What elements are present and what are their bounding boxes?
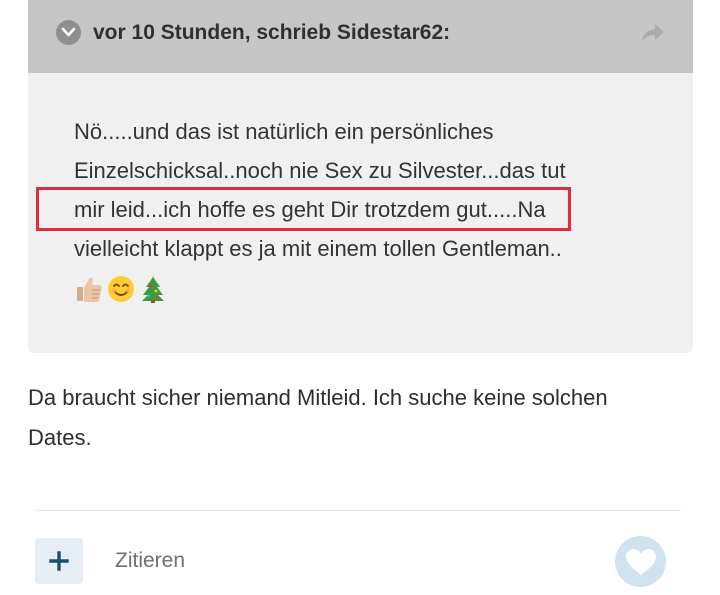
post-content: Da braucht sicher niemand Mitleid. Ich s… [28,378,688,458]
quote-line: Einzelschicksal..noch nie Sex zu Silvest… [74,158,566,183]
thumbs-up-icon [77,277,102,302]
share-icon[interactable] [640,22,666,44]
quote-line: vielleicht klappt es ja mit einem tollen… [74,236,562,261]
emoji-row [74,274,168,304]
multiquote-button[interactable] [35,538,83,584]
collapse-quote-button[interactable] [56,20,81,45]
quote-button[interactable]: Zitieren [115,547,185,575]
quote-header: vor 10 Stunden, schrieb Sidestar62: [28,0,693,73]
christmas-tree-icon [142,275,164,303]
divider [35,510,681,511]
post-line: Da braucht sicher niemand Mitleid. Ich s… [28,385,608,410]
quote-attribution[interactable]: vor 10 Stunden, schrieb Sidestar62: [93,20,450,46]
like-button[interactable] [615,536,666,587]
quote-line: Nö.....und das ist natürlich ein persönl… [74,119,494,144]
plus-icon [49,551,69,571]
post-line: Dates. [28,425,92,450]
highlight-annotation [36,187,571,231]
smiling-face-icon [108,276,134,302]
quoted-post: vor 10 Stunden, schrieb Sidestar62: Nö..… [28,0,693,353]
heart-icon [625,548,656,575]
chevron-down-icon [61,27,76,37]
